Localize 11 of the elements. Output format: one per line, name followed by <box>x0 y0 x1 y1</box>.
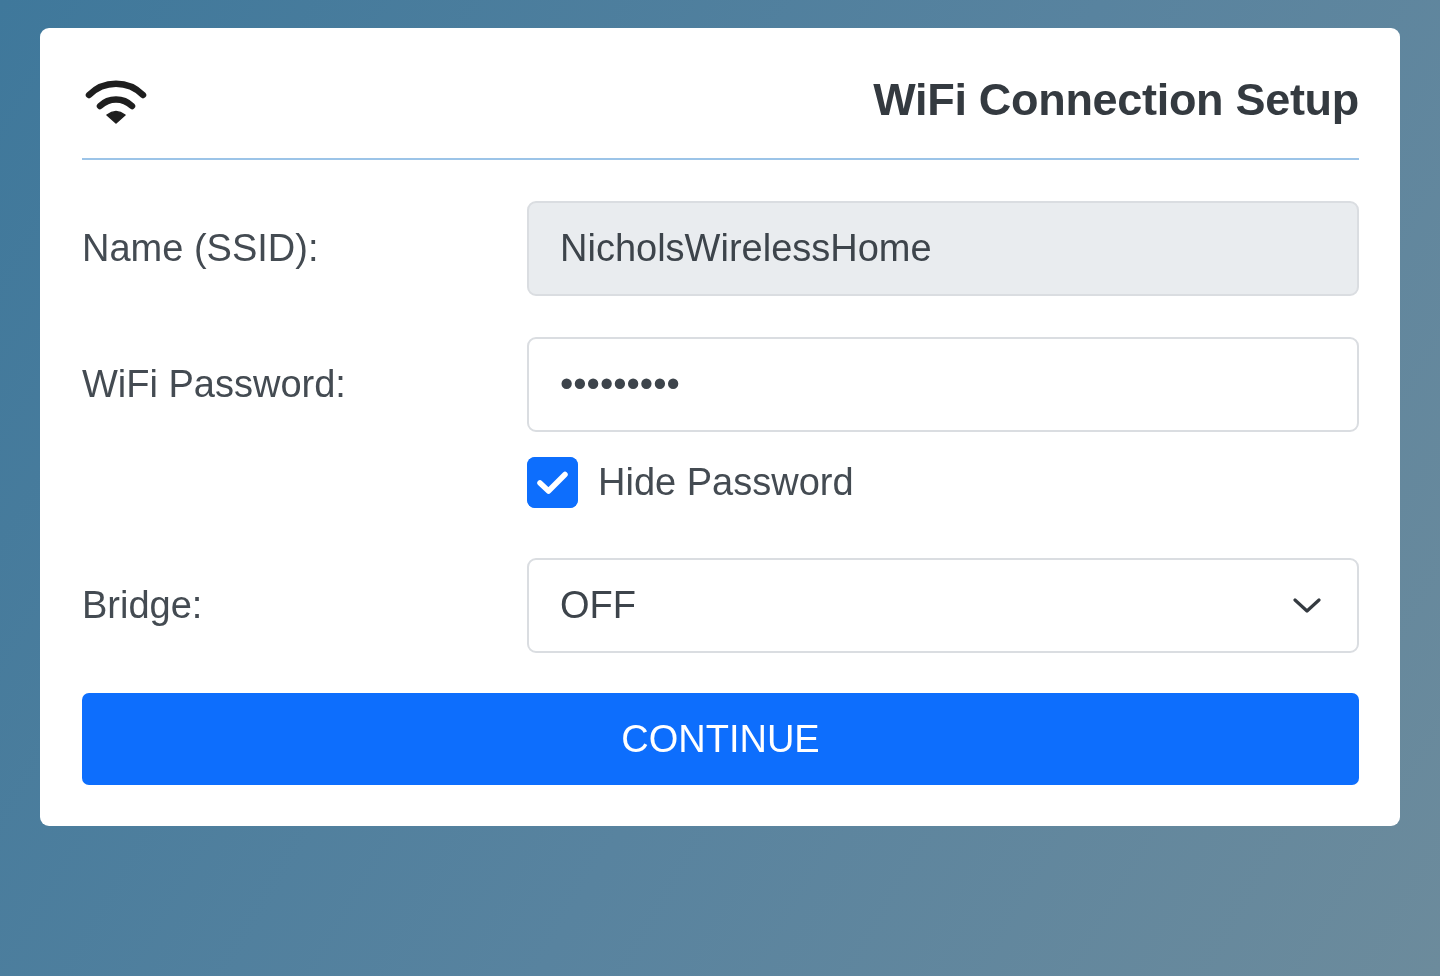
field-label: Name (SSID): <box>82 227 320 270</box>
continue-button[interactable]: CONTINUE <box>82 693 1359 785</box>
dialog-title: WiFi Connection Setup <box>873 74 1359 126</box>
input-field[interactable]: ••••••••• <box>527 337 1359 432</box>
wifi-icon <box>85 80 147 124</box>
checkbox[interactable] <box>527 457 578 508</box>
checkbox-label: Hide Password <box>598 461 854 504</box>
chevron-down-icon <box>1293 597 1321 614</box>
field-label: Bridge: <box>82 584 204 627</box>
select-field[interactable]: OFF <box>527 558 1359 653</box>
field-label: WiFi Password: <box>82 363 347 406</box>
